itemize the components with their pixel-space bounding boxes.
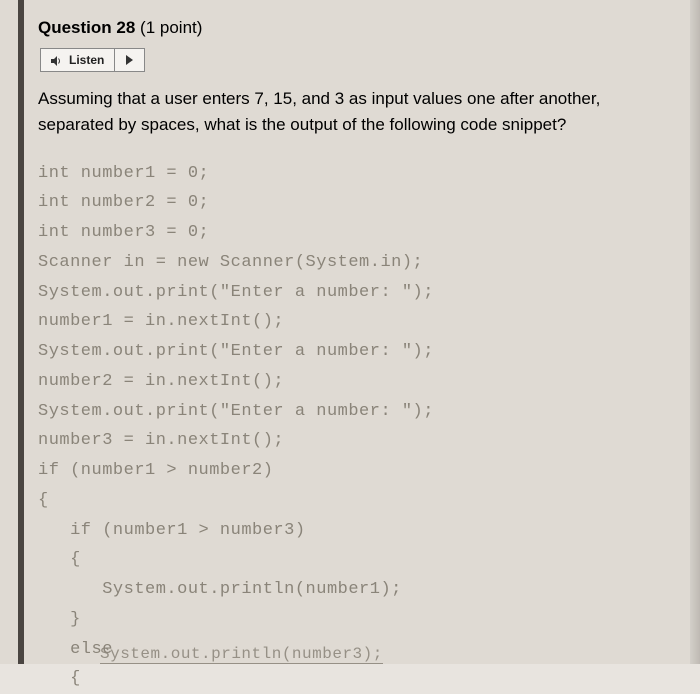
listen-button[interactable]: Listen <box>40 48 115 72</box>
question-page: Question 28 (1 point) Listen Assuming th… <box>0 0 700 664</box>
content-area: Question 28 (1 point) Listen Assuming th… <box>0 0 700 694</box>
shadow-right <box>690 0 700 664</box>
question-header: Question 28 (1 point) <box>38 18 665 38</box>
play-button[interactable] <box>115 48 145 72</box>
listen-label: Listen <box>69 53 104 67</box>
code-last-partial: System.out.println(number3); <box>100 645 383 664</box>
left-border <box>18 0 24 664</box>
speaker-icon <box>51 55 63 65</box>
question-number: Question 28 <box>38 18 135 37</box>
play-icon <box>126 55 133 65</box>
question-points: (1 point) <box>140 18 202 37</box>
code-block: int number1 = 0; int number2 = 0; int nu… <box>38 159 665 694</box>
question-prompt: Assuming that a user enters 7, 15, and 3… <box>38 86 665 139</box>
listen-controls: Listen <box>40 48 665 72</box>
